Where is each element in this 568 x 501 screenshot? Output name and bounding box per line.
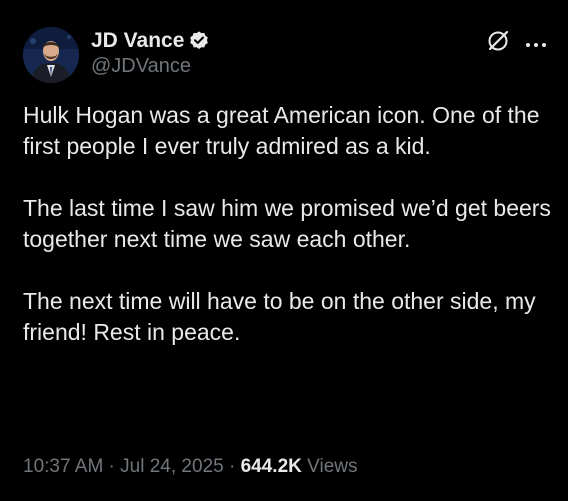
tweet-date[interactable]: Jul 24, 2025 (120, 456, 224, 477)
verified-badge-icon (188, 30, 210, 52)
display-name[interactable]: JD Vance (91, 29, 184, 53)
tweet-card: JD Vance @JDVance Hulk Hogan was a great… (0, 0, 568, 501)
tweet-paragraph: Hulk Hogan was a great American icon. On… (23, 102, 540, 159)
author-name-row: JD Vance (91, 27, 210, 55)
avatar[interactable] (23, 27, 79, 83)
author-handle[interactable]: @JDVance (91, 55, 191, 78)
views-count[interactable]: 644.2K (241, 456, 302, 477)
more-options-icon[interactable] (525, 36, 547, 47)
grok-icon[interactable] (486, 29, 510, 53)
tweet-paragraph: The last time I saw him we promised we’d… (23, 195, 551, 252)
tweet-text: Hulk Hogan was a great American icon. On… (23, 100, 553, 348)
tweet-metadata: 10:37 AM · Jul 24, 2025 · 644.2K Views (23, 456, 358, 478)
meta-separator: · (223, 456, 241, 477)
views-label: Views (301, 456, 358, 477)
tweet-time[interactable]: 10:37 AM (23, 456, 103, 477)
tweet-paragraph: The next time will have to be on the oth… (23, 288, 536, 345)
avatar-image (23, 27, 79, 83)
meta-separator: · (103, 456, 121, 477)
